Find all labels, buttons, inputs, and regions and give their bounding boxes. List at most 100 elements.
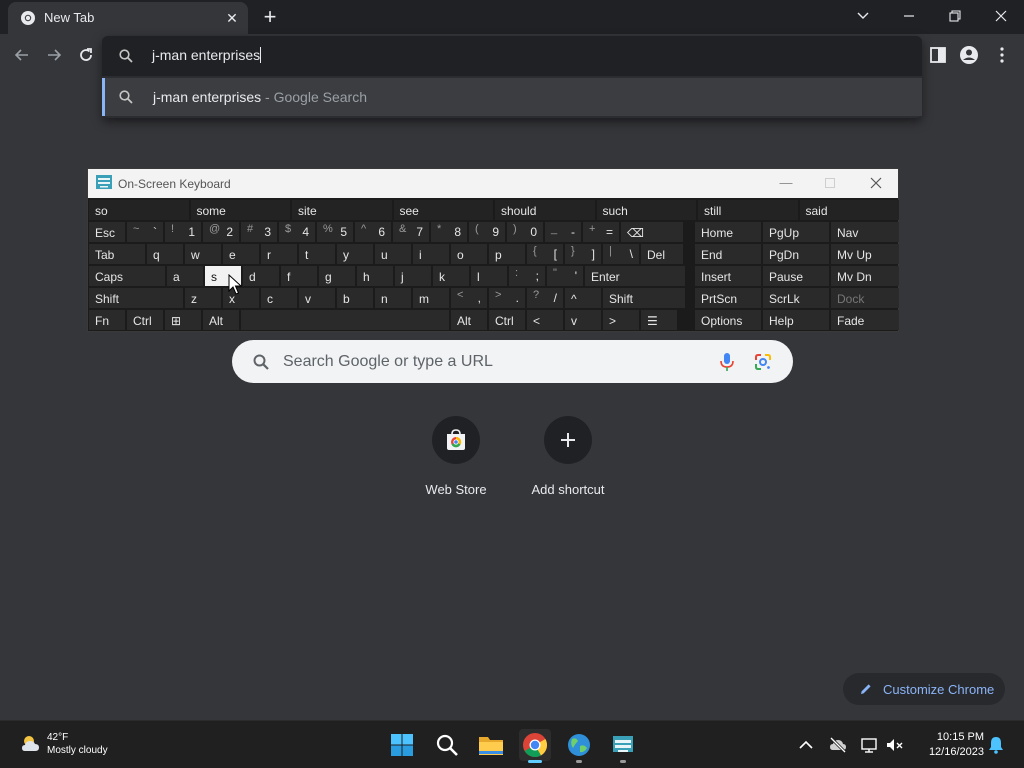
key-prtscn[interactable]: PrtScn (695, 288, 761, 308)
key-l[interactable]: l (471, 266, 507, 286)
key-pause[interactable]: Pause (763, 266, 829, 286)
key-symbol[interactable]: }] (565, 244, 601, 264)
key-symbol[interactable]: ⌫ (621, 222, 683, 242)
key-pgup[interactable]: PgUp (763, 222, 829, 242)
key-8[interactable]: * 8 (431, 222, 467, 242)
ntp-search-box[interactable]: Search Google or type a URL (232, 340, 793, 383)
key-g[interactable]: g (319, 266, 355, 286)
chrome-taskbar-button[interactable] (519, 729, 551, 763)
more-menu-icon[interactable] (991, 44, 1013, 66)
prediction-such[interactable]: such (596, 200, 696, 220)
key-t[interactable]: t (299, 244, 335, 264)
side-panel-icon[interactable] (927, 44, 949, 66)
key-e[interactable]: e (223, 244, 259, 264)
key-9[interactable]: (9 (469, 222, 505, 242)
key-a[interactable]: a (167, 266, 203, 286)
key-symbol[interactable]: {[ (527, 244, 563, 264)
reload-icon[interactable] (74, 43, 98, 67)
file-explorer-button[interactable] (475, 729, 507, 761)
key-u[interactable]: u (375, 244, 411, 264)
key-3[interactable]: #3 (241, 222, 277, 242)
prediction-some[interactable]: some (190, 200, 290, 220)
clock-date[interactable]: 12/16/2023 (916, 746, 984, 758)
key-4[interactable]: $4 (279, 222, 315, 242)
key-alt[interactable]: Alt (203, 310, 239, 330)
omnibox-text[interactable]: j-man enterprises (152, 47, 262, 63)
key-alt[interactable]: Alt (451, 310, 487, 330)
key-nav[interactable]: Nav (831, 222, 899, 242)
key-v[interactable]: v (565, 310, 601, 330)
voice-search-icon[interactable] (718, 351, 736, 373)
network-icon[interactable] (860, 735, 880, 755)
key-dock[interactable]: Dock (831, 288, 899, 308)
key-r[interactable]: r (261, 244, 297, 264)
key-0[interactable]: ) 0 (507, 222, 543, 242)
key-pgdn[interactable]: PgDn (763, 244, 829, 264)
taskbar-search-button[interactable] (431, 729, 463, 761)
key-caps[interactable]: Caps (89, 266, 165, 286)
tab-close-icon[interactable]: ✕ (222, 8, 242, 28)
key-fn[interactable]: Fn (89, 310, 125, 330)
new-tab-button[interactable]: + (258, 6, 282, 30)
key-d[interactable]: d (243, 266, 279, 286)
key-7[interactable]: & 7 (393, 222, 429, 242)
prediction-still[interactable]: still (698, 200, 798, 220)
key-i[interactable]: i (413, 244, 449, 264)
key-j[interactable]: j (395, 266, 431, 286)
key-shift[interactable]: Shift (603, 288, 685, 308)
key-symbol[interactable]: >. (489, 288, 525, 308)
key-o[interactable]: o (451, 244, 487, 264)
key-home[interactable]: Home (695, 222, 761, 242)
key-f[interactable]: f (281, 266, 317, 286)
key-symbol[interactable]: ? / (527, 288, 563, 308)
key-m[interactable]: m (413, 288, 449, 308)
volume-muted-icon[interactable] (884, 735, 904, 755)
key-esc[interactable]: Esc (89, 222, 125, 242)
prediction-should[interactable]: should (495, 200, 595, 220)
tab-new-tab[interactable]: New Tab ✕ (8, 2, 248, 34)
key-symbol[interactable]: ☰ (641, 310, 677, 330)
key-z[interactable]: z (185, 288, 221, 308)
close-window-button[interactable] (986, 4, 1016, 28)
key-1[interactable]: ! 1 (165, 222, 201, 242)
key-p[interactable]: p (489, 244, 525, 264)
osk-taskbar-button[interactable] (607, 729, 639, 763)
osk-close-button[interactable] (862, 173, 890, 193)
prediction-so[interactable]: so (89, 200, 189, 220)
key-scrlk[interactable]: ScrLk (763, 288, 829, 308)
key-x[interactable]: x (223, 288, 259, 308)
prediction-site[interactable]: site (292, 200, 392, 220)
cloud-offline-icon[interactable] (828, 735, 848, 755)
key-fade[interactable]: Fade (831, 310, 899, 330)
key-b[interactable]: b (337, 288, 373, 308)
key-insert[interactable]: Insert (695, 266, 761, 286)
key-k[interactable]: k (433, 266, 469, 286)
google-lens-icon[interactable] (752, 351, 774, 373)
key-symbol[interactable]: > (603, 310, 639, 330)
key-symbol[interactable]: <, (451, 288, 487, 308)
omnibox-suggestion[interactable]: j-man enterprises - Google Search (102, 78, 922, 116)
prediction-said[interactable]: said (799, 200, 899, 220)
back-icon[interactable] (10, 43, 34, 67)
key-end[interactable]: End (695, 244, 761, 264)
profile-icon[interactable] (958, 44, 980, 66)
key-q[interactable]: q (147, 244, 183, 264)
key-mv-dn[interactable]: Mv Dn (831, 266, 899, 286)
key-help[interactable]: Help (763, 310, 829, 330)
key-ctrl[interactable]: Ctrl (127, 310, 163, 330)
key-symbol[interactable]: | \ (603, 244, 639, 264)
key-n[interactable]: n (375, 288, 411, 308)
key-tab[interactable]: Tab (89, 244, 145, 264)
key-symbol[interactable]: < (527, 310, 563, 330)
shortcut-web-store[interactable]: Web Store (406, 416, 506, 506)
restore-button[interactable] (940, 4, 970, 28)
key-ctrl[interactable]: Ctrl (489, 310, 525, 330)
customize-chrome-button[interactable]: Customize Chrome (843, 673, 1005, 705)
tab-search-chevron-icon[interactable] (848, 4, 878, 28)
key-2[interactable]: @2 (203, 222, 239, 242)
key-symbol[interactable]: ~ ` (127, 222, 163, 242)
forward-icon[interactable] (42, 43, 66, 67)
osk-maximize-button[interactable] (816, 173, 844, 193)
key-symbol[interactable]: ⊞ (165, 310, 201, 330)
clock-time[interactable]: 10:15 PM (920, 731, 984, 743)
